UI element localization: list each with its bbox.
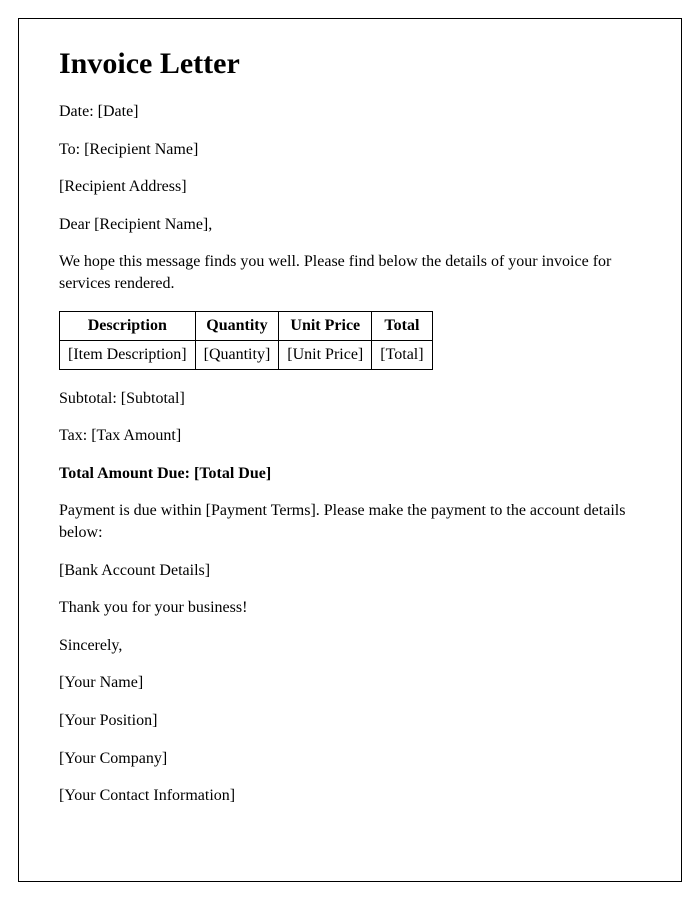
col-unit-price: Unit Price	[279, 311, 372, 340]
salutation: Dear [Recipient Name],	[59, 214, 641, 236]
cell-total: [Total]	[372, 340, 432, 369]
payment-terms-paragraph: Payment is due within [Payment Terms]. P…	[59, 500, 641, 543]
recipient-address: [Recipient Address]	[59, 176, 641, 198]
col-quantity: Quantity	[195, 311, 279, 340]
tax-line: Tax: [Tax Amount]	[59, 425, 641, 447]
your-position: [Your Position]	[59, 710, 641, 732]
date-line: Date: [Date]	[59, 101, 641, 123]
cell-quantity: [Quantity]	[195, 340, 279, 369]
intro-paragraph: We hope this message finds you well. Ple…	[59, 251, 641, 294]
total-due-line: Total Amount Due: [Total Due]	[59, 463, 641, 485]
page-title: Invoice Letter	[59, 47, 641, 81]
your-name: [Your Name]	[59, 672, 641, 694]
table-header-row: Description Quantity Unit Price Total	[60, 311, 433, 340]
cell-unit-price: [Unit Price]	[279, 340, 372, 369]
thank-you-line: Thank you for your business!	[59, 597, 641, 619]
closing-line: Sincerely,	[59, 635, 641, 657]
col-description: Description	[60, 311, 196, 340]
invoice-letter-page: Invoice Letter Date: [Date] To: [Recipie…	[18, 18, 682, 882]
bank-details: [Bank Account Details]	[59, 560, 641, 582]
table-row: [Item Description] [Quantity] [Unit Pric…	[60, 340, 433, 369]
invoice-table: Description Quantity Unit Price Total [I…	[59, 311, 433, 370]
cell-description: [Item Description]	[60, 340, 196, 369]
your-company: [Your Company]	[59, 748, 641, 770]
col-total: Total	[372, 311, 432, 340]
your-contact: [Your Contact Information]	[59, 785, 641, 807]
subtotal-line: Subtotal: [Subtotal]	[59, 388, 641, 410]
to-line: To: [Recipient Name]	[59, 139, 641, 161]
